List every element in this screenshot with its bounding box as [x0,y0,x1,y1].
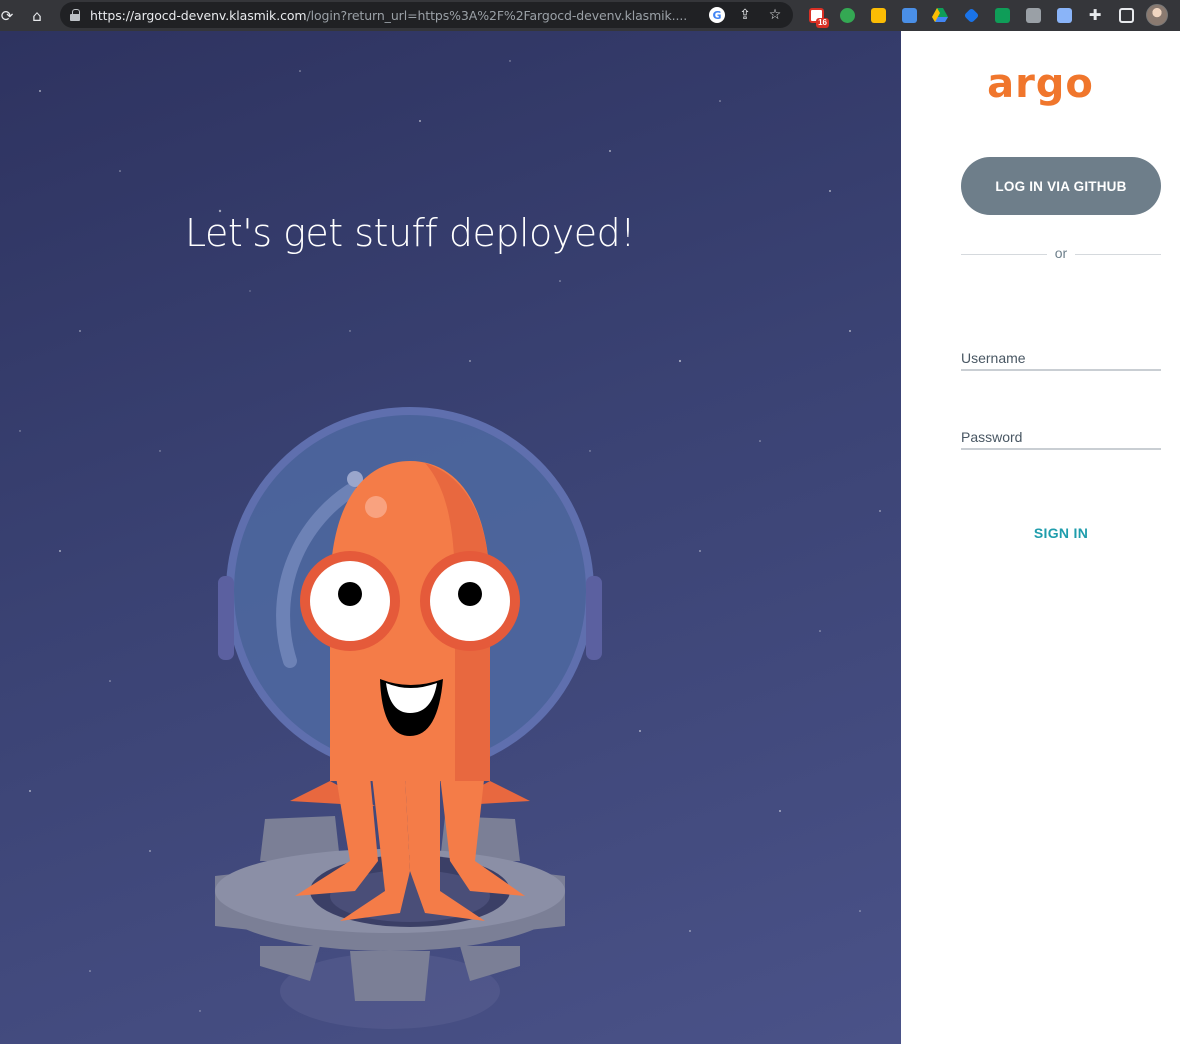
share-icon[interactable]: ⇪ [735,5,755,25]
argo-octopus-mascot [215,407,602,1029]
gmail-badge: 16 [816,18,829,28]
extension-blue-icon[interactable] [960,4,982,26]
google-icon[interactable]: G [709,7,725,23]
home-icon[interactable]: ⌂ [26,5,48,27]
drive-icon[interactable] [929,4,951,26]
divider-or-text: or [1054,245,1068,261]
gmail-extension-icon[interactable]: 16 [805,4,829,28]
hero-panel: Let's get stuff deployed! [0,31,901,1044]
sidebar-icon[interactable] [1115,4,1137,26]
star-icon[interactable]: ☆ [765,5,785,25]
sheets-icon[interactable] [991,4,1013,26]
extension-green-icon[interactable] [836,4,858,26]
extensions-icon[interactable]: ✚ [1084,4,1106,26]
hero-headline: Let's get stuff deployed! [184,211,636,255]
keep-icon[interactable] [867,4,889,26]
username-input[interactable] [961,347,1161,371]
profile-avatar[interactable] [1146,4,1168,26]
or-divider: or [961,244,1161,264]
login-via-github-button[interactable]: LOG IN VIA GITHUB [961,157,1161,215]
address-bar[interactable]: https://argocd-devenv.klasmik.com/login?… [60,2,793,28]
login-panel: argo LOG IN VIA GITHUB or SIGN IN [901,31,1180,1044]
browser-toolbar: ⟳ ⌂ https://argocd-devenv.klasmik.com/lo… [0,0,1180,31]
extension-gray-icon[interactable] [1022,4,1044,26]
argo-logo: argo [987,61,1094,107]
divider-line-right [1075,254,1161,255]
login-page: Let's get stuff deployed! argo LOG IN VI… [0,31,1180,1044]
extension-window-icon[interactable] [1053,4,1075,26]
lock-icon[interactable] [70,9,80,21]
download-extension-icon[interactable] [898,4,920,26]
url-text[interactable]: https://argocd-devenv.klasmik.com/login?… [90,8,690,23]
password-input[interactable] [961,426,1161,450]
extensions-bar: 16 ✚ [805,4,1168,28]
reload-icon[interactable]: ⟳ [0,5,14,27]
sign-in-button[interactable]: SIGN IN [961,521,1161,545]
